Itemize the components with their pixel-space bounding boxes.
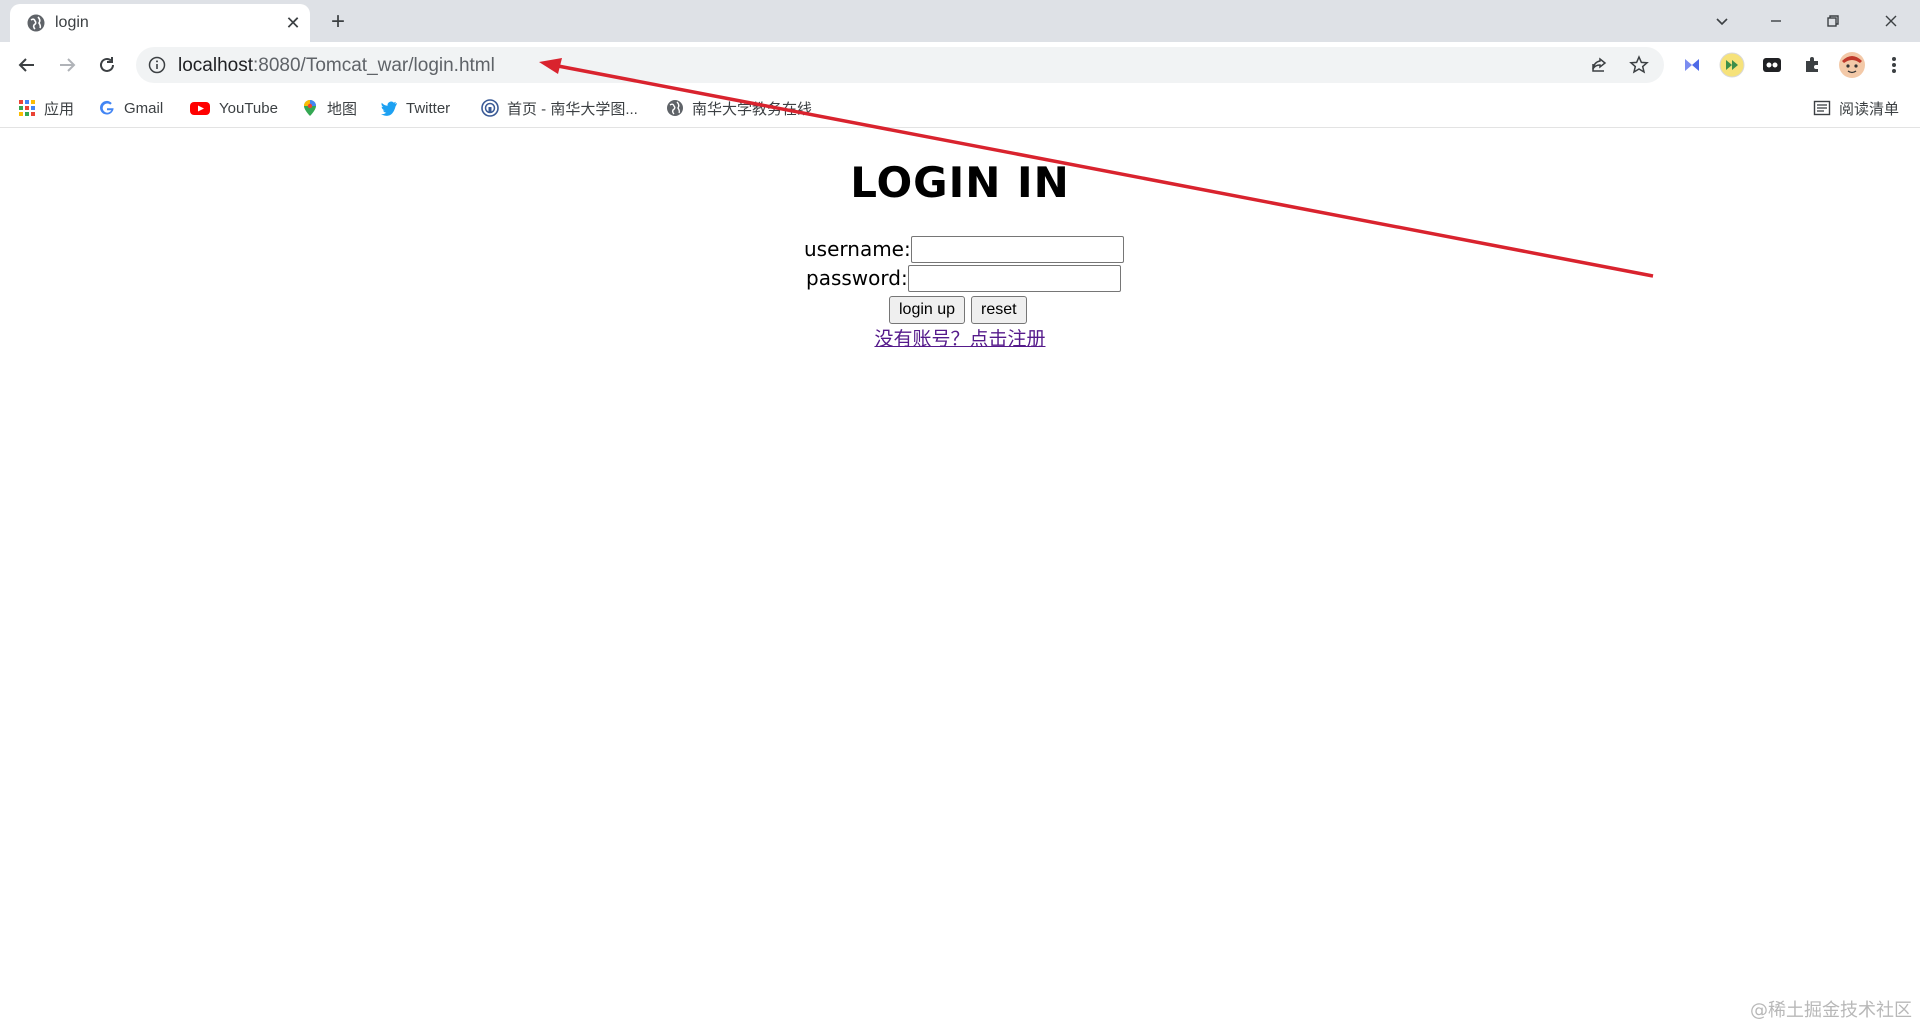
bookmark-label: Twitter: [406, 99, 451, 117]
username-label: username:: [804, 237, 911, 261]
apps-grid-icon: [19, 100, 35, 116]
watermark: @稀土掘金技术社区: [1750, 1000, 1912, 1021]
bookmark-label: 应用: [44, 100, 75, 118]
menu-kebab-icon[interactable]: [1880, 51, 1908, 79]
close-window-icon[interactable]: [1871, 6, 1911, 36]
url-text[interactable]: localhost:8080/Tomcat_war/login.html: [178, 55, 495, 77]
browser-window: login ✕ + localhost:8080/Tomcat_war/logi…: [0, 0, 1920, 1030]
new-tab-icon[interactable]: +: [324, 8, 352, 36]
password-input[interactable]: [907, 264, 1121, 292]
globe-icon: [667, 100, 683, 116]
username-input[interactable]: [910, 235, 1124, 263]
reading-list-button[interactable]: 阅读清单: [1813, 96, 1899, 120]
password-label: password:: [806, 266, 908, 290]
extension-forward-icon[interactable]: [1718, 51, 1746, 79]
minimize-icon[interactable]: [1756, 6, 1796, 36]
reading-list-icon: [1813, 100, 1831, 116]
password-row: password:: [806, 264, 1121, 292]
bookmark-apps[interactable]: 应用: [18, 96, 74, 120]
bookmark-twitter[interactable]: Twitter: [380, 96, 450, 120]
browser-toolbar: localhost:8080/Tomcat_war/login.html: [0, 42, 1920, 88]
library-icon: [481, 99, 499, 117]
tab-strip: login ✕ +: [0, 0, 1920, 42]
url-host: localhost: [178, 55, 253, 76]
login-button[interactable]: login up: [889, 296, 966, 324]
button-row: login up reset: [889, 296, 1027, 324]
bookmark-label: Gmail: [124, 99, 164, 117]
extension-dark-icon[interactable]: [1758, 51, 1786, 79]
bookmark-library[interactable]: 首页 - 南华大学图...: [481, 96, 638, 120]
page-content: LOGIN IN username: password: login up re…: [0, 128, 1920, 1030]
bookmark-star-icon[interactable]: [1628, 54, 1650, 76]
page-title: LOGIN IN: [850, 158, 1070, 207]
bookmark-gmail[interactable]: Gmail: [98, 96, 163, 120]
youtube-icon: [190, 102, 210, 115]
reading-list-label: 阅读清单: [1839, 100, 1900, 118]
url-path: :8080/Tomcat_war/login.html: [253, 55, 495, 76]
bookmark-academic[interactable]: 南华大学教务在线: [666, 96, 812, 120]
tab-search-icon[interactable]: [1702, 6, 1742, 36]
extensions-puzzle-icon[interactable]: [1798, 51, 1826, 79]
site-info-icon[interactable]: [148, 56, 166, 74]
register-link[interactable]: 没有账号？点击注册: [0, 324, 1920, 351]
forward-icon[interactable]: [51, 49, 83, 81]
maps-pin-icon: [304, 100, 316, 116]
google-icon: [100, 100, 114, 115]
profile-avatar[interactable]: [1838, 51, 1866, 79]
bookmark-maps[interactable]: 地图: [301, 96, 357, 120]
username-row: username:: [804, 235, 1124, 263]
extension-k-icon[interactable]: [1678, 51, 1706, 79]
reload-icon[interactable]: [91, 49, 123, 81]
close-tab-icon[interactable]: ✕: [282, 12, 304, 34]
bookmark-label: 南华大学教务在线: [692, 100, 813, 118]
bookmark-label: 首页 - 南华大学图...: [507, 100, 638, 118]
address-bar[interactable]: localhost:8080/Tomcat_war/login.html: [136, 47, 1664, 83]
back-icon[interactable]: [11, 49, 43, 81]
bookmarks-bar: 应用 Gmail YouTube 地图 Twitter 首页 - 南华大学图..…: [0, 88, 1920, 128]
twitter-bird-icon: [381, 101, 397, 116]
reset-button[interactable]: reset: [971, 296, 1027, 324]
bookmark-label: 地图: [327, 100, 358, 118]
restore-icon[interactable]: [1813, 6, 1853, 36]
tab-title: login: [55, 14, 89, 31]
tab-login[interactable]: login ✕: [10, 4, 310, 42]
share-icon[interactable]: [1588, 54, 1610, 76]
bookmark-youtube[interactable]: YouTube: [189, 96, 278, 120]
bookmark-label: YouTube: [219, 99, 278, 117]
globe-icon: [27, 14, 45, 32]
